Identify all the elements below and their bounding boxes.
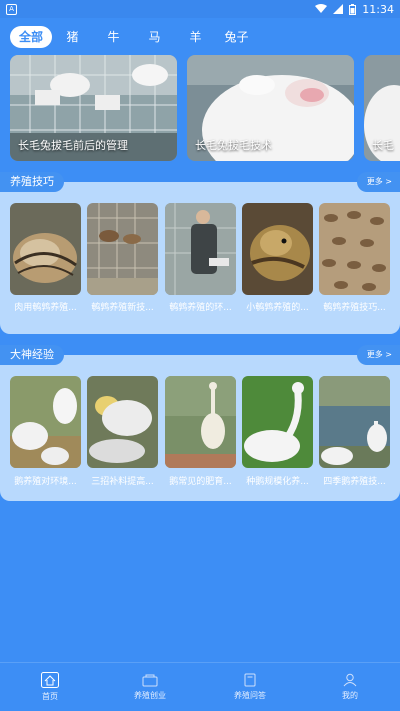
signal-icon bbox=[333, 4, 344, 14]
tab-home[interactable]: 首页 bbox=[0, 663, 100, 711]
category-tab-horse[interactable]: 马 bbox=[134, 26, 175, 48]
more-button-experience[interactable]: 更多 > bbox=[356, 345, 400, 365]
category-tab-cattle[interactable]: 牛 bbox=[93, 26, 134, 48]
article-title[interactable]: 鹅养殖对环境... bbox=[10, 474, 81, 487]
goose-photo bbox=[10, 376, 81, 468]
article-card[interactable] bbox=[165, 203, 236, 295]
bottom-tab-bar: 首页 养殖创业 养殖问答 我的 bbox=[0, 662, 400, 711]
article-card[interactable] bbox=[87, 376, 158, 468]
category-tab-all[interactable]: 全部 bbox=[10, 26, 53, 48]
article-title[interactable]: 鹅常见的肥育... bbox=[165, 474, 236, 487]
quail-cage-photo bbox=[87, 203, 158, 295]
article-title[interactable]: 三招补料提高... bbox=[87, 474, 158, 487]
article-card[interactable] bbox=[87, 203, 158, 295]
category-tab-sheep[interactable]: 羊 bbox=[175, 26, 216, 48]
article-title[interactable]: 种鹅规模化养... bbox=[242, 474, 313, 487]
qa-icon bbox=[244, 673, 256, 687]
status-bar: A 11:34 bbox=[0, 0, 400, 18]
app-notification-icon: A bbox=[6, 3, 17, 15]
tab-qa[interactable]: 养殖问答 bbox=[200, 663, 300, 711]
article-card[interactable] bbox=[242, 376, 313, 468]
wifi-icon bbox=[315, 4, 328, 13]
battery-icon bbox=[349, 3, 357, 15]
category-tab-rabbit[interactable]: 兔子 bbox=[216, 26, 257, 48]
category-tabs: 全部 猪 牛 马 羊 兔子 bbox=[0, 25, 400, 49]
article-card[interactable] bbox=[10, 376, 81, 468]
article-card[interactable] bbox=[319, 203, 390, 295]
article-title[interactable]: 四季鹅养殖技... bbox=[319, 474, 390, 487]
article-title[interactable]: 鹌鹑养殖技巧... bbox=[319, 300, 390, 313]
home-icon bbox=[41, 672, 59, 688]
startup-icon bbox=[142, 674, 158, 687]
section-title-experience: 大神经验 bbox=[0, 345, 64, 365]
quail-flock-photo bbox=[319, 203, 390, 295]
banner-caption: 长毛兔拔毛前后的管理 bbox=[18, 139, 128, 152]
white-goose-photo bbox=[242, 376, 313, 468]
tab-label: 养殖问答 bbox=[234, 691, 266, 700]
tab-label: 养殖创业 bbox=[134, 691, 166, 700]
baby-quail-photo bbox=[242, 203, 313, 295]
geese-lake-photo bbox=[319, 376, 390, 468]
tab-label: 我的 bbox=[342, 691, 358, 700]
tab-mine[interactable]: 我的 bbox=[300, 663, 400, 711]
article-title[interactable]: 小鹌鹑养殖的... bbox=[242, 300, 313, 313]
quail-photo bbox=[10, 203, 81, 295]
banner-card[interactable]: 长毛兔拔毛前后的管理 bbox=[10, 55, 177, 161]
article-title[interactable]: 鹌鹑养殖新技... bbox=[87, 300, 158, 313]
profile-icon bbox=[343, 673, 357, 687]
article-title[interactable]: 鹌鹑养殖的环... bbox=[165, 300, 236, 313]
article-card[interactable] bbox=[242, 203, 313, 295]
article-card[interactable] bbox=[319, 376, 390, 468]
section-title-tips: 养殖技巧 bbox=[0, 172, 64, 192]
banner-card[interactable]: 长毛 bbox=[364, 55, 400, 161]
category-tab-pig[interactable]: 猪 bbox=[52, 26, 93, 48]
tab-startup[interactable]: 养殖创业 bbox=[100, 663, 200, 711]
goose-pond-photo bbox=[165, 376, 236, 468]
more-button-tips[interactable]: 更多 > bbox=[356, 172, 400, 192]
farmer-photo bbox=[165, 203, 236, 295]
article-card[interactable] bbox=[10, 203, 81, 295]
article-card[interactable] bbox=[165, 376, 236, 468]
article-title[interactable]: 肉用鹌鹑养殖... bbox=[10, 300, 81, 313]
banner-card[interactable]: 长毛兔拔毛技术 bbox=[187, 55, 354, 161]
clock: 11:34 bbox=[362, 2, 394, 16]
tab-label: 首页 bbox=[42, 692, 58, 701]
banner-caption: 长毛 bbox=[372, 139, 394, 152]
geese-photo bbox=[87, 376, 158, 468]
banner-caption: 长毛兔拔毛技术 bbox=[195, 139, 272, 152]
